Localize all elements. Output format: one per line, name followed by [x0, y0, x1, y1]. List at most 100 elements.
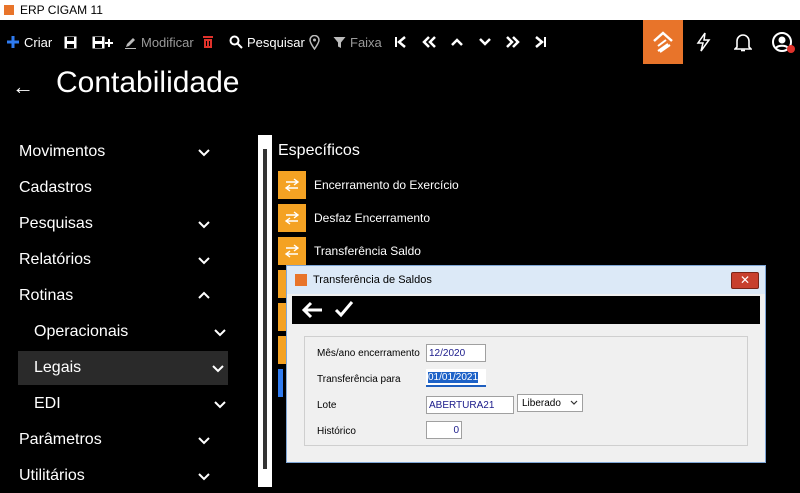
- sidebar-item-edi[interactable]: EDI: [0, 387, 230, 421]
- chevron-down-icon: [479, 38, 491, 46]
- sidebar-item-label: Movimentos: [19, 143, 106, 160]
- double-chevron-left-icon: [422, 36, 436, 48]
- lightning-button[interactable]: [683, 20, 723, 64]
- chevron-down-icon: [212, 365, 224, 373]
- save-icon: [64, 36, 77, 48]
- transferencia-input[interactable]: 01/01/2021: [426, 369, 486, 387]
- save-button[interactable]: [64, 20, 77, 64]
- delete-button[interactable]: [202, 20, 214, 64]
- sidebar-item-rotinas[interactable]: Rotinas: [0, 279, 230, 313]
- pencil-icon: [125, 37, 136, 49]
- window-titlebar: ERP CIGAM 11: [0, 0, 800, 20]
- sidebar-item-label: Parâmetros: [19, 431, 102, 448]
- checkmark-icon[interactable]: [334, 299, 354, 319]
- modify-label: Modificar: [141, 34, 194, 50]
- section-title: Específicos: [278, 142, 360, 159]
- previous-page-button[interactable]: [421, 20, 437, 64]
- last-record-button[interactable]: [533, 20, 547, 64]
- sidebar-item-cadastros[interactable]: Cadastros: [0, 171, 230, 205]
- previous-record-button[interactable]: [450, 20, 464, 64]
- operation-transferencia-saldo[interactable]: Transferência Saldo: [278, 237, 421, 265]
- home-button[interactable]: [643, 20, 683, 64]
- operation-label: Encerramento do Exercício: [314, 178, 459, 192]
- sidebar-item-label: Pesquisas: [19, 215, 93, 232]
- chevron-down-icon: [214, 329, 226, 337]
- plus-icon: [7, 36, 19, 48]
- back-arrow-icon[interactable]: [300, 300, 324, 320]
- search-label: Pesquisar: [247, 34, 305, 50]
- sidebar-item-label: Operacionais: [34, 323, 129, 340]
- operation-encerramento-exercicio[interactable]: Encerramento do Exercício: [278, 171, 459, 199]
- transfer-arrows-icon: [278, 237, 306, 265]
- user-button[interactable]: [763, 20, 800, 64]
- sidebar-item-relatorios[interactable]: Relatórios: [0, 243, 230, 277]
- user-avatar-icon: [772, 32, 795, 53]
- notifications-button[interactable]: [723, 20, 763, 64]
- chevron-down-icon: [214, 401, 226, 409]
- chevron-down-icon: [570, 400, 578, 405]
- dialog-toolbar: [292, 296, 760, 324]
- chevron-down-icon: [198, 437, 210, 445]
- sidebar-item-label: Rotinas: [19, 287, 74, 304]
- sidebar-item-legais[interactable]: Legais: [18, 351, 228, 385]
- operation-label: Desfaz Encerramento: [314, 211, 431, 225]
- filter-icon: [333, 36, 346, 48]
- first-record-button[interactable]: [394, 20, 408, 64]
- cigam-logo-icon: [653, 31, 673, 53]
- lote-status-select[interactable]: Liberado: [517, 394, 583, 412]
- historico-input[interactable]: 0: [426, 421, 462, 439]
- operation-desfaz-encerramento[interactable]: Desfaz Encerramento: [278, 204, 430, 232]
- lote-input[interactable]: ABERTURA21: [426, 396, 514, 414]
- dialog-titlebar[interactable]: Transferência de Saldos ✕: [287, 266, 765, 294]
- chevron-down-icon: [198, 257, 210, 265]
- create-button[interactable]: Criar: [6, 20, 52, 64]
- scrollbar-thumb[interactable]: [263, 149, 267, 469]
- historico-label: Histórico: [317, 426, 356, 437]
- sidebar-item-label: Relatórios: [19, 251, 92, 268]
- next-page-button[interactable]: [505, 20, 521, 64]
- transferencia-label: Transferência para: [317, 374, 401, 385]
- mes-ano-input[interactable]: 12/2020: [426, 344, 486, 362]
- sidebar-item-label: Cadastros: [19, 179, 92, 196]
- page-title: Contabilidade: [56, 66, 240, 99]
- dialog-form-panel: Mês/ano encerramento 12/2020 Transferênc…: [304, 336, 748, 446]
- app-icon: [4, 5, 14, 15]
- back-arrow-icon[interactable]: ←: [12, 74, 34, 100]
- main-toolbar: Criar Modificar Pesquisar Faixa: [0, 20, 800, 64]
- sidebar-item-movimentos[interactable]: Movimentos: [0, 135, 230, 169]
- window-title: ERP CIGAM 11: [20, 3, 103, 17]
- app-icon: [295, 274, 307, 286]
- first-icon: [395, 36, 406, 48]
- lote-label: Lote: [317, 400, 337, 411]
- transfer-dialog: Transferência de Saldos ✕ Mês/ano encerr…: [286, 265, 766, 463]
- sidebar-item-operacionais[interactable]: Operacionais: [0, 315, 230, 349]
- search-icon: [229, 35, 243, 49]
- transfer-arrows-icon: [278, 171, 306, 199]
- mes-ano-label: Mês/ano encerramento: [317, 348, 420, 359]
- operation-label: Transferência Saldo: [314, 244, 421, 258]
- location-pin-icon: [309, 34, 320, 50]
- create-label: Criar: [24, 34, 53, 50]
- modify-button[interactable]: Modificar: [124, 20, 194, 64]
- chevron-down-icon: [198, 221, 210, 229]
- filter-label: Faixa: [350, 34, 382, 50]
- bell-icon: [734, 34, 752, 52]
- save-plus-icon: [92, 36, 113, 48]
- last-icon: [535, 36, 546, 48]
- sidebar-scrollbar[interactable]: [258, 135, 272, 487]
- next-record-button[interactable]: [478, 20, 492, 64]
- sidebar-item-utilitarios[interactable]: Utilitários: [0, 459, 230, 493]
- dialog-title: Transferência de Saldos: [313, 274, 432, 286]
- sidebar-item-pesquisas[interactable]: Pesquisas: [0, 207, 230, 241]
- search-button[interactable]: Pesquisar: [229, 20, 305, 64]
- location-button[interactable]: [309, 20, 320, 64]
- transfer-arrows-icon: [278, 204, 306, 232]
- close-button[interactable]: ✕: [731, 272, 759, 289]
- chevron-down-icon: [198, 473, 210, 481]
- save-new-button[interactable]: [92, 20, 114, 64]
- sidebar-item-parametros[interactable]: Parâmetros: [0, 423, 230, 457]
- chevron-up-icon: [451, 38, 463, 46]
- chevron-down-icon: [198, 149, 210, 157]
- sidebar-item-label: Legais: [34, 359, 82, 376]
- filter-button[interactable]: Faixa: [333, 20, 382, 64]
